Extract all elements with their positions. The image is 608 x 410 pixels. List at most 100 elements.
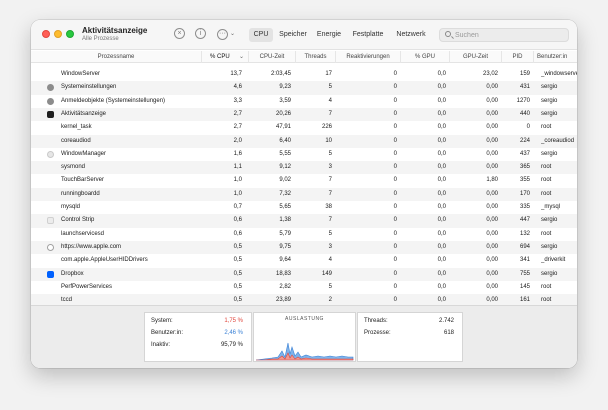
column-header-cpu[interactable]: % CPU ⌄ [202, 51, 249, 63]
dropbox-icon [47, 270, 54, 278]
table-row[interactable]: com.apple.AppleUserHIDDrivers 0,5 9,64 4 0 0,… [31, 254, 577, 267]
search-field[interactable] [439, 28, 569, 42]
table-row[interactable]: TouchBarServer 1,0 9,02 7 0 0,0 1,80 355 root [31, 174, 577, 187]
table-row[interactable]: runningboardd 1,0 7,32 7 0 0,0 0,00 170 root [31, 187, 577, 201]
cell-pid: 437 [519, 150, 530, 157]
ellipsis-circle-icon: ··· [217, 29, 228, 40]
zoom-window-button[interactable] [66, 30, 74, 38]
cell-gpu-time: 23,02 [482, 71, 498, 77]
table-row[interactable]: Dropbox 0,5 18,83 149 0 0,0 0,00 755 sergio [31, 267, 577, 281]
load-graph-svg [255, 342, 354, 361]
cell-gpu-time: 0,00 [486, 297, 498, 304]
cell-pid: 431 [519, 84, 530, 91]
cell-cpu-time: 2:03,45 [270, 71, 291, 77]
more-actions-button[interactable]: ··· ⌄ [217, 29, 239, 40]
cell-wakes: 0 [393, 283, 397, 290]
cell-cpu-time: 5,55 [279, 150, 291, 157]
cell-wakes: 0 [393, 177, 397, 184]
table-row[interactable]: coreaudiod 2,0 6,40 10 0 0,0 0,00 224 _coreaudio… [31, 134, 577, 148]
cell-gpu-percent: 0,0 [437, 243, 446, 250]
cell-gpu-percent: 0,0 [437, 84, 446, 91]
cell-threads: 7 [328, 217, 332, 224]
close-window-button[interactable] [42, 30, 50, 38]
stop-process-icon[interactable]: × [174, 28, 185, 39]
cell-process-name: Systemeinstellungen [61, 84, 117, 91]
cell-user: root [541, 164, 552, 171]
cell-process-name: com.apple.AppleUserHIDDrivers [61, 257, 148, 264]
cell-user: sergio [541, 217, 558, 224]
tab-energie[interactable]: Energie [314, 28, 344, 42]
cell-cpu-percent: 1,0 [233, 177, 242, 184]
table-row[interactable]: Aktivitätsanzeige 2,7 20,26 7 0 0,0 0,00 440 ser… [31, 107, 577, 122]
cell-threads: 5 [328, 230, 332, 237]
column-header-gpu[interactable]: % GPU [401, 51, 450, 63]
table-row[interactable]: sysmond 1,1 9,12 3 0 0,0 0,00 365 root [31, 161, 577, 175]
cell-gpu-time: 1,80 [486, 177, 498, 184]
activity-monitor-icon [47, 110, 54, 118]
cell-process-name: https://www.apple.com [61, 243, 122, 250]
cell-cpu-percent: 0,5 [233, 297, 242, 304]
search-input[interactable] [455, 29, 565, 41]
cell-cpu-percent: 1,1 [233, 164, 242, 171]
cpu-load-graph: AUSLASTUNG [253, 312, 356, 362]
cell-cpu-percent: 13,7 [230, 71, 242, 77]
table-row[interactable]: WindowServer 13,7 2:03,45 17 0 0,0 23,02 159 _wi… [31, 68, 577, 81]
cell-cpu-time: 5,79 [279, 230, 291, 237]
table-row[interactable]: WindowManager 1,6 5,55 5 0 0,0 0,00 437 sergio [31, 148, 577, 161]
table-row[interactable]: PerfPowerServices 0,5 2,82 5 0 0,0 0,00 145 root [31, 281, 577, 294]
cell-gpu-time: 0,00 [486, 270, 498, 277]
cell-process-name: runningboardd [61, 190, 100, 197]
column-header-benutzer[interactable]: Benutzer:in [534, 51, 577, 63]
table-row[interactable]: Anmeldeobjekte (Systemeinstellungen) 3,3 3… [31, 95, 577, 108]
table-row[interactable]: mysqld 0,7 5,65 38 0 0,0 0,00 335 _mysql [31, 201, 577, 214]
cell-wakes: 0 [393, 150, 397, 157]
cell-user: root [541, 283, 552, 290]
cell-process-name: tccd [61, 297, 73, 304]
info-icon[interactable]: i [195, 28, 206, 39]
cell-cpu-time: 23,89 [275, 297, 291, 304]
idle-label: Inaktiv: [151, 342, 171, 348]
cell-user: _windowserver [541, 71, 577, 77]
table-row[interactable]: Control Strip 0,6 1,38 7 0 0,0 0,00 447 sergio [31, 214, 577, 228]
cell-process-name: mysqld [61, 204, 81, 210]
column-header-pid[interactable]: PID [502, 51, 534, 63]
tab-speicher[interactable]: Speicher [276, 28, 310, 42]
cell-cpu-time: 18,83 [275, 270, 291, 277]
cell-user: root [541, 124, 552, 131]
table-row[interactable]: Systemeinstellungen 4,6 9,23 5 0 0,0 0,00 431 se… [31, 81, 577, 95]
cell-process-name: coreaudiod [61, 137, 91, 144]
cell-gpu-percent: 0,0 [437, 230, 446, 237]
tab-cpu[interactable]: CPU [249, 28, 273, 42]
column-header-gpu-zeit[interactable]: GPU-Zeit [450, 51, 502, 63]
cell-user: _coreaudiod [541, 137, 575, 144]
cell-threads: 5 [328, 283, 332, 290]
window-subtitle: Alle Prozesse [82, 36, 119, 42]
tab-netzwerk[interactable]: Netzwerk [392, 28, 430, 42]
table-row[interactable]: tccd 0,5 23,89 2 0 0,0 0,00 161 root [31, 294, 577, 305]
cell-threads: 38 [325, 204, 332, 210]
cell-user: root [541, 190, 552, 197]
cell-user: sergio [541, 243, 558, 250]
table-row[interactable]: kernel_task 2,7 47,91 226 0 0,0 0,00 0 root [31, 121, 577, 134]
cell-user: sergio [541, 270, 558, 277]
cell-process-name: TouchBarServer [61, 177, 105, 184]
column-header-threads[interactable]: Threads [296, 51, 336, 63]
activity-monitor-window: Aktivitätsanzeige Alle Prozesse × i ··· ⌄… [31, 20, 577, 368]
cell-cpu-time: 47,91 [275, 124, 291, 131]
cell-process-name: WindowManager [61, 150, 107, 157]
cell-wakes: 0 [393, 84, 397, 91]
table-row[interactable]: launchservicesd 0,6 5,79 5 0 0,0 0,00 132 root [31, 228, 577, 241]
cell-wakes: 0 [393, 124, 397, 131]
cell-process-name: Aktivitätsanzeige [61, 110, 107, 117]
cell-cpu-percent: 0,5 [233, 283, 242, 290]
minimize-window-button[interactable] [54, 30, 62, 38]
tab-festplatte[interactable]: Festplatte [349, 28, 387, 42]
column-header-prozessname[interactable]: Prozessname [31, 51, 202, 63]
cell-wakes: 0 [393, 110, 397, 117]
column-header-cpu-zeit[interactable]: CPU-Zeit [249, 51, 296, 63]
table-row[interactable]: https://www.apple.com 0,5 9,75 3 0 0,0 0,00 694… [31, 240, 577, 255]
cell-gpu-time: 0,00 [486, 217, 498, 224]
cell-threads: 149 [321, 270, 332, 277]
column-header-reaktivierungen[interactable]: Reaktivierungen [336, 51, 401, 63]
cell-gpu-time: 0,00 [486, 150, 498, 157]
